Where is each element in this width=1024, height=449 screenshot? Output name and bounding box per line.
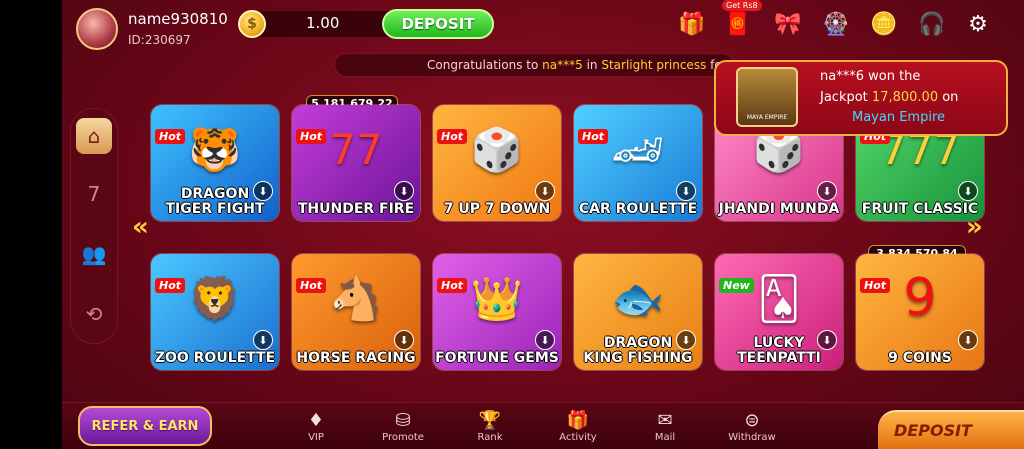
settings-gear-icon[interactable]: ⚙: [960, 6, 996, 42]
game-name: HORSE RACING: [296, 350, 416, 366]
game-tile[interactable]: 77 Hot ⬇ THUNDER FIRE: [291, 104, 421, 222]
balance-value: 1.00: [306, 14, 340, 32]
game-tile[interactable]: 🦁 Hot ⬇ ZOO ROULETTE: [150, 253, 280, 371]
hot-badge: Hot: [437, 129, 468, 144]
marquee-game: Starlight princess: [601, 58, 707, 72]
hot-badge: Hot: [860, 278, 891, 293]
nav-label: Withdraw: [728, 432, 776, 443]
jackpot-winner-text: na***6 won the: [820, 69, 921, 84]
game-name: THUNDER FIRE: [297, 201, 415, 217]
jackpot-game-name: Mayan Empire: [852, 110, 946, 125]
download-icon[interactable]: ⬇: [958, 330, 978, 350]
scroll-left-icon[interactable]: «: [132, 212, 149, 242]
download-icon[interactable]: ⬇: [253, 330, 273, 350]
nav-rank[interactable]: 🏆 Rank: [460, 410, 520, 443]
username: name930810: [128, 10, 228, 28]
app-root: name930810 ID:230697 $ 1.00 DEPOSIT 🎁 🧧 …: [62, 0, 1024, 449]
marquee-user: na***5: [542, 58, 583, 72]
game-name: ZOO ROULETTE: [154, 350, 276, 366]
game-tile[interactable]: 9 Hot ⬇ 9 COINS: [855, 253, 985, 371]
nav-withdraw[interactable]: ⊜ Withdraw: [722, 410, 782, 443]
game-name: JHANDI MUNDA: [718, 201, 840, 217]
hot-badge: Hot: [155, 278, 186, 293]
game-name: 9 COINS: [888, 350, 952, 366]
deposit-button[interactable]: DEPOSIT: [382, 9, 494, 39]
nav-promote[interactable]: ⛁ Promote: [373, 410, 433, 443]
game-tile[interactable]: 🐯 Hot ⬇ DRAGON TIGER FIGHT: [150, 104, 280, 222]
nav-label: Promote: [382, 432, 424, 443]
game-name: DRAGON KING FISHING: [583, 335, 693, 366]
game-tile[interactable]: 🏎 Hot ⬇ CAR ROULETTE: [573, 104, 703, 222]
gift-box-icon[interactable]: 🎀: [770, 6, 806, 42]
mayan-empire-thumbnail: MAYA EMPIRE: [736, 67, 798, 127]
bonus-icon[interactable]: 🪙: [866, 6, 902, 42]
slots-777-icon[interactable]: 7: [76, 176, 112, 212]
hot-badge: Hot: [437, 278, 468, 293]
hot-badge: Hot: [296, 129, 327, 144]
hot-badge: Hot: [578, 129, 609, 144]
vip-diamond-icon: ♦: [307, 410, 325, 431]
download-icon[interactable]: ⬇: [394, 330, 414, 350]
nav-mail[interactable]: ✉ Mail: [635, 410, 695, 443]
support-icon[interactable]: 🎧: [914, 6, 950, 42]
hot-badge: Hot: [155, 129, 186, 144]
mail-icon: ✉: [657, 410, 673, 431]
winners-marquee: Congratulations to na***5 in Starlight p…: [334, 53, 734, 77]
nav-label: Activity: [559, 432, 597, 443]
nav-label: VIP: [308, 432, 324, 443]
refer-earn-button[interactable]: REFER & EARN: [78, 406, 212, 446]
download-icon[interactable]: ⬇: [958, 181, 978, 201]
game-tile[interactable]: 👑 Hot ⬇ FORTUNE GEMS: [432, 253, 562, 371]
download-icon[interactable]: ⬇: [394, 181, 414, 201]
activity-gift-icon: 🎁: [566, 410, 590, 431]
download-icon[interactable]: ⬇: [535, 330, 555, 350]
game-name: LUCKY TEENPATTI: [737, 335, 821, 366]
multiplayer-icon[interactable]: 👥: [76, 236, 112, 272]
game-tile[interactable]: 🐟 ⬇ DRAGON KING FISHING: [573, 253, 703, 371]
coin-icon: $: [238, 10, 266, 38]
game-name: CAR ROULETTE: [578, 201, 698, 217]
nav-vip[interactable]: ♦ VIP: [286, 410, 346, 443]
redeem-envelope-icon[interactable]: 🧧: [720, 6, 756, 42]
new-badge: New: [719, 278, 754, 293]
fish-icon: 🐟: [611, 274, 665, 323]
get-rs-badge: Get Rs8: [722, 0, 762, 11]
promote-icon: ⛁: [395, 410, 411, 431]
game-tile[interactable]: 🎲 Hot ⬇ 7 UP 7 DOWN: [432, 104, 562, 222]
deposit-bottom-button[interactable]: DEPOSIT: [878, 410, 1024, 449]
nav-activity[interactable]: 🎁 Activity: [548, 410, 608, 443]
trophy-icon: 🏆: [478, 410, 502, 431]
lucky-wheel-icon[interactable]: 🎡: [818, 6, 854, 42]
game-tile[interactable]: 🐴 Hot ⬇ HORSE RACING: [291, 253, 421, 371]
jackpot-amount-line: Jackpot 17,800.00 on: [820, 90, 958, 105]
withdraw-icon: ⊜: [744, 410, 760, 431]
jackpot-amount: 17,800.00: [871, 90, 939, 105]
jackpot-prefix: Jackpot: [820, 90, 872, 105]
game-name: FRUIT CLASSIC: [861, 201, 979, 217]
download-icon[interactable]: ⬇: [535, 181, 555, 201]
history-icon[interactable]: ⟲: [76, 296, 112, 332]
marquee-prefix: Congratulations to: [427, 58, 543, 72]
nav-label: Rank: [477, 432, 503, 443]
download-icon[interactable]: ⬇: [676, 181, 696, 201]
nine-coin-icon: 9: [903, 268, 937, 328]
nav-label: Mail: [654, 432, 676, 443]
home-icon[interactable]: ⌂: [76, 118, 112, 154]
user-id: ID:230697: [128, 33, 191, 47]
game-tile[interactable]: 🂡 New ⬇ LUCKY TEENPATTI: [714, 253, 844, 371]
gift-cart-icon[interactable]: 🎁: [674, 6, 710, 42]
avatar[interactable]: [76, 8, 118, 50]
download-icon[interactable]: ⬇: [817, 181, 837, 201]
game-name: 7 UP 7 DOWN: [443, 201, 551, 217]
hot-badge: Hot: [296, 278, 327, 293]
jackpot-suffix: on: [938, 90, 959, 105]
game-name: FORTUNE GEMS: [435, 350, 559, 366]
game-name: DRAGON TIGER FIGHT: [165, 186, 265, 217]
marquee-middle: in: [582, 58, 602, 72]
